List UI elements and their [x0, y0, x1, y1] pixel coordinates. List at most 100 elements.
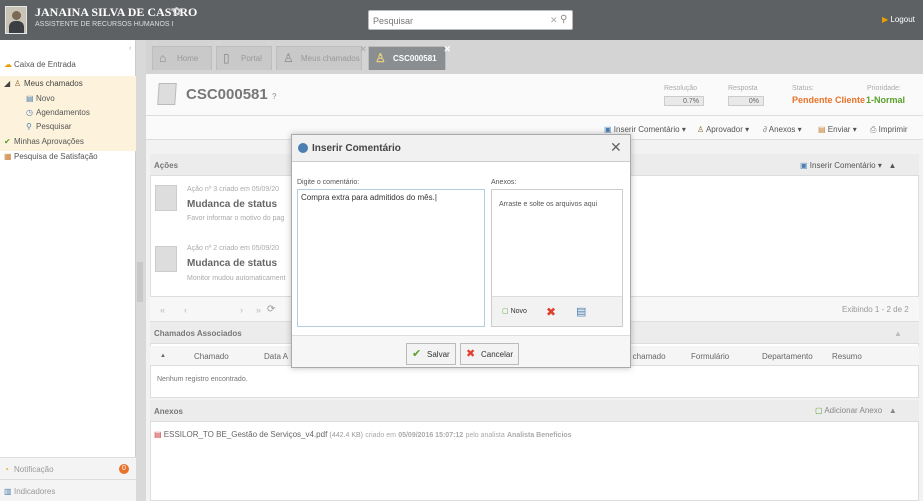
action-title: Mudanca de status: [187, 258, 278, 269]
attachment-filename[interactable]: ESSILOR_TO BE_Gestão de Serviços_v4.pdf: [164, 430, 328, 439]
tab-home[interactable]: ⌂ Home: [152, 46, 212, 70]
sidebar-item-search[interactable]: ⚲ Pesquisar: [26, 122, 72, 131]
attachment-size: (442.4 KB): [329, 432, 363, 439]
gear-icon[interactable]: ✿: [172, 5, 181, 18]
notification-badge: 0: [119, 464, 129, 474]
avatar: [155, 185, 177, 211]
attachment-date: 05/09/2016 15:07:12: [398, 432, 464, 439]
inbox-icon: ☁: [4, 60, 12, 69]
column-header[interactable]: Data A: [264, 352, 288, 361]
sidebar-item-my-calls[interactable]: ◢ ♙ Meus chamados: [4, 79, 83, 88]
resolution-value: 0.7%: [664, 96, 704, 106]
add-icon: ▢: [815, 406, 823, 415]
print-button[interactable]: ⎙ Imprimir: [870, 125, 908, 135]
tab-portal[interactable]: ▯ Portal: [216, 46, 272, 70]
action-title: Mudanca de status: [187, 199, 278, 210]
logout-label: Logout: [890, 15, 915, 24]
search-input[interactable]: Pesquisar ✕ ⚲: [368, 10, 573, 30]
check-icon: ✔: [412, 348, 422, 360]
user-role: ASSISTENTE DE RECURSOS HUMANOS I: [35, 21, 174, 28]
attachment-dropzone[interactable]: Arraste e solte os arquivos aqui ▢ Novo …: [491, 189, 623, 327]
comment-textarea[interactable]: Compra extra para admitidos do mês.|: [297, 189, 485, 327]
priority-value: 1-Normal: [866, 95, 906, 105]
upload-icon[interactable]: ▤: [576, 305, 586, 318]
column-header[interactable]: Departamento: [762, 352, 813, 361]
refresh-icon[interactable]: ⟳: [267, 304, 275, 315]
sidebar-item-survey[interactable]: ▦ Pesquisa de Satisfação: [4, 152, 98, 161]
user-icon: ♙: [697, 125, 705, 134]
action-meta: Ação nº 2 criado em 05/09/20: [187, 245, 280, 252]
column-header[interactable]: o chamado: [626, 352, 666, 361]
approver-button[interactable]: ♙ Aprovador ▾: [697, 125, 749, 134]
sidebar-item-label: Novo: [36, 94, 55, 103]
sidebar-item-new[interactable]: ▤ Novo: [26, 94, 55, 103]
tab-ticket[interactable]: ♙ CSC000581 ✕: [368, 44, 451, 70]
document-icon: ▯: [223, 51, 230, 65]
new-attachment-button[interactable]: ▢ Novo: [502, 307, 527, 315]
priority-label: Prioridade:: [867, 85, 901, 92]
collapse-icon[interactable]: ‹: [129, 45, 131, 52]
collapse-icon[interactable]: ▲: [894, 329, 902, 338]
home-icon: ⌂: [159, 51, 167, 65]
dialog-footer: ✔ Salvar ✖ Cancelar: [292, 335, 630, 367]
clear-icon[interactable]: ✕: [550, 15, 558, 26]
delete-icon[interactable]: ✖: [546, 305, 556, 319]
help-icon[interactable]: ?: [272, 92, 277, 101]
column-header[interactable]: Chamado: [194, 352, 229, 361]
pager-last-icon[interactable]: »: [256, 305, 261, 315]
form-icon: ▦: [4, 152, 12, 161]
close-icon[interactable]: ✕: [610, 139, 622, 156]
dropzone-toolbar: ▢ Novo ✖ ▤: [492, 296, 622, 326]
search-icon[interactable]: ⚲: [560, 14, 567, 25]
close-icon[interactable]: ✕: [359, 44, 367, 55]
sidebar-item-approvals[interactable]: ✔ Minhas Aprovações: [4, 137, 84, 146]
action-subtitle: Favor informar o motivo do pag: [187, 215, 285, 222]
dropzone-text: Arraste e solte os arquivos aqui: [499, 201, 598, 208]
attachments-button[interactable]: ∂ Anexos ▾: [763, 125, 802, 134]
attachments-label: Anexos:: [491, 179, 517, 186]
pager-first-icon[interactable]: «: [160, 305, 165, 315]
dialog-title: Inserir Comentário: [312, 143, 401, 154]
close-icon: ✖: [466, 348, 476, 360]
bell-icon: ◔: [4, 465, 9, 474]
action-subtitle: Monitor mudou automaticament: [187, 275, 286, 282]
save-button[interactable]: ✔ Salvar: [406, 343, 456, 365]
attachment-row[interactable]: ▤ ESSILOR_TO BE_Gestão de Serviços_v4.pd…: [154, 430, 572, 439]
pager-next-icon[interactable]: ›: [240, 305, 243, 315]
actions-insert-comment[interactable]: ▣ Inserir Comentário ▾ ▲: [800, 161, 896, 170]
sidebar-item-scheduled[interactable]: ◷ Agendamentos: [26, 108, 90, 117]
sidebar-item-label: Pesquisar: [36, 122, 72, 131]
sidebar-item-label: Meus chamados: [24, 79, 83, 88]
actions-title: Ações: [154, 161, 179, 170]
expand-icon: ◢: [4, 79, 11, 88]
cancel-button[interactable]: ✖ Cancelar: [460, 343, 520, 365]
insert-comment-button[interactable]: ▣ Inserir Comentário ▾: [604, 125, 686, 134]
check-icon: ✔: [4, 137, 11, 146]
indicators-panel[interactable]: ▥ Indicadores: [0, 479, 136, 501]
sidebar-item-label: Caixa de Entrada: [14, 60, 76, 69]
indicators-label: ▥ Indicadores: [4, 487, 56, 496]
status-value: Pendente Cliente: [792, 95, 866, 105]
send-button[interactable]: ▤ Enviar ▾: [818, 125, 857, 134]
comment-icon: [298, 143, 308, 153]
associated-title: Chamados Associados: [154, 329, 242, 338]
comment-icon: ▣: [800, 161, 808, 170]
column-header[interactable]: Resumo: [832, 352, 862, 361]
sidebar-item-label: Pesquisa de Satisfação: [14, 152, 98, 161]
avatar: [155, 246, 177, 272]
insert-comment-dialog: Inserir Comentário ✕ Digite o comentário…: [291, 134, 631, 368]
add-attachment-button[interactable]: ▢ Adicionar Anexo ▲: [815, 406, 897, 415]
logout-button[interactable]: ▶ Logout: [882, 15, 915, 24]
sidebar-item-label: Minhas Aprovações: [14, 137, 84, 146]
pager-prev-icon[interactable]: ‹: [184, 305, 187, 315]
user-avatar: [5, 6, 27, 34]
dialog-titlebar[interactable]: Inserir Comentário ✕: [292, 135, 630, 162]
close-icon[interactable]: ✕: [443, 44, 451, 55]
chart-icon: ▥: [4, 487, 12, 496]
column-header[interactable]: Formulário: [691, 352, 729, 361]
sort-icon[interactable]: ▲: [160, 353, 166, 359]
sidebar-item-inbox[interactable]: ☁ Caixa de Entrada: [4, 60, 76, 69]
sidebar-resize-handle[interactable]: [137, 262, 143, 302]
notification-panel[interactable]: ◔ Notificação 0: [0, 457, 136, 479]
tab-my-calls[interactable]: ♙ Meus chamados ✕: [276, 44, 367, 70]
